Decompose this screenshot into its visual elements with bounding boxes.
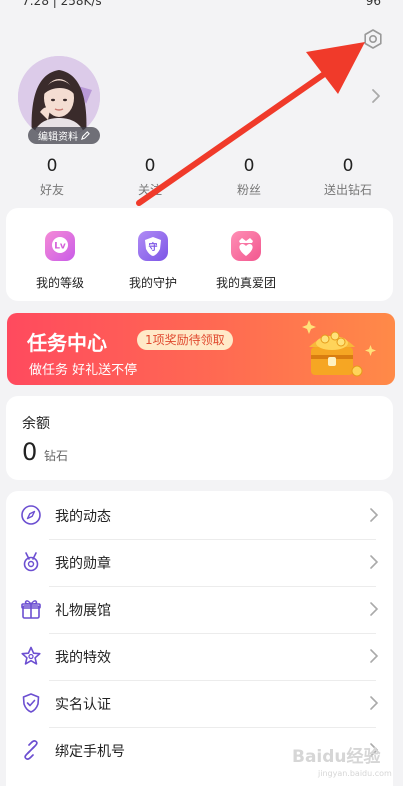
- level-icon-text: Lv: [54, 242, 66, 252]
- stat-label: 关注: [137, 183, 162, 197]
- settings-gear-icon[interactable]: [361, 27, 385, 51]
- guard-icon-text: 守: [148, 241, 157, 253]
- chevron-right-icon: [370, 508, 379, 522]
- baidu-watermark: Baidu经验 jingyan.baidu.com: [292, 746, 392, 778]
- chevron-right-icon: [370, 696, 379, 710]
- shortcut-label: 我的真爱团: [215, 276, 276, 290]
- chevron-right-icon: [370, 555, 379, 569]
- shield-check-icon: [22, 693, 40, 713]
- menu-item-my-medals[interactable]: 我的勋章: [6, 539, 389, 586]
- balance-value: 0: [22, 438, 38, 466]
- menu-item-gift-gallery[interactable]: 礼物展馆: [6, 586, 389, 633]
- fan-club-icon: [231, 231, 261, 261]
- shortcut-fan-club[interactable]: 我的真爱团: [211, 228, 281, 291]
- stat-fans[interactable]: 0 粉丝: [199, 155, 299, 198]
- stat-label: 好友: [39, 183, 64, 197]
- pencil-icon: [81, 131, 90, 140]
- shortcut-label: 我的守护: [128, 276, 177, 290]
- star-effect-icon: [21, 646, 41, 665]
- edit-profile-badge[interactable]: 编辑资料: [28, 127, 100, 144]
- watermark-sub: jingyan.baidu.com: [317, 769, 392, 778]
- shortcut-level[interactable]: Lv 我的等级: [25, 228, 95, 291]
- level-icon: Lv: [45, 231, 75, 261]
- menu-item-real-name-auth[interactable]: 实名认证: [6, 680, 389, 727]
- profile-chevron-right-icon[interactable]: [368, 86, 384, 106]
- task-center-banner[interactable]: 任务中心 1项奖励待领取 做任务 好礼送不停: [7, 313, 395, 385]
- medal-icon: [23, 552, 39, 572]
- stat-label: 粉丝: [236, 183, 261, 197]
- balance-unit: 钻石: [44, 449, 69, 463]
- status-time: 7:28 | 258K/s: [22, 0, 102, 8]
- profile-header: 编辑资料: [0, 50, 403, 145]
- menu-label: 我的勋章: [55, 556, 111, 572]
- gift-icon: [21, 600, 41, 619]
- menu-label: 绑定手机号: [55, 744, 125, 760]
- watermark-text: Baidu经验: [292, 746, 382, 767]
- guard-icon: 守: [138, 231, 168, 261]
- reward-pending-badge: 1项奖励待领取: [137, 330, 233, 350]
- link-icon: [24, 740, 38, 760]
- stat-diamonds-sent[interactable]: 0 送出钻石: [298, 155, 398, 198]
- shortcut-label: 我的等级: [35, 276, 84, 290]
- menu-label: 我的动态: [55, 509, 111, 525]
- compass-icon: [21, 505, 41, 525]
- stat-value: 0: [144, 156, 156, 176]
- stat-value: 0: [243, 156, 255, 176]
- chevron-right-icon: [370, 649, 379, 663]
- stat-value: 0: [46, 156, 58, 176]
- menu-item-my-effects[interactable]: 我的特效: [6, 633, 389, 680]
- shortcuts-card: Lv 我的等级 守 我的守护 我的真爱团: [6, 208, 393, 301]
- avatar-button[interactable]: 编辑资料: [18, 56, 100, 144]
- stat-following[interactable]: 0 关注: [100, 155, 200, 198]
- status-bar: 7:28 | 258K/s 96: [0, 0, 403, 12]
- chevron-right-icon: [370, 602, 379, 616]
- treasure-chest-icon: [302, 320, 376, 377]
- banner-title: 任务中心: [27, 331, 107, 355]
- balance-card[interactable]: [6, 396, 393, 480]
- shortcut-guard[interactable]: 守 我的守护: [118, 228, 188, 291]
- menu-label: 我的特效: [55, 650, 111, 666]
- stats-row: 0 好友 0 关注 0 粉丝 0 送出钻石: [0, 155, 403, 200]
- menu-label: 礼物展馆: [55, 603, 111, 619]
- balance-label: 余额: [22, 416, 50, 432]
- banner-subtitle: 做任务 好礼送不停: [29, 363, 138, 378]
- edit-profile-label: 编辑资料: [38, 132, 78, 143]
- stat-label: 送出钻石: [323, 183, 372, 197]
- menu-item-my-moments[interactable]: 我的动态: [6, 492, 389, 539]
- menu-label: 实名认证: [55, 697, 111, 713]
- stat-value: 0: [342, 156, 354, 176]
- avatar-illustration: [18, 56, 100, 138]
- status-battery: 96: [365, 0, 381, 8]
- avatar[interactable]: [18, 56, 100, 138]
- stat-friends[interactable]: 0 好友: [2, 155, 102, 198]
